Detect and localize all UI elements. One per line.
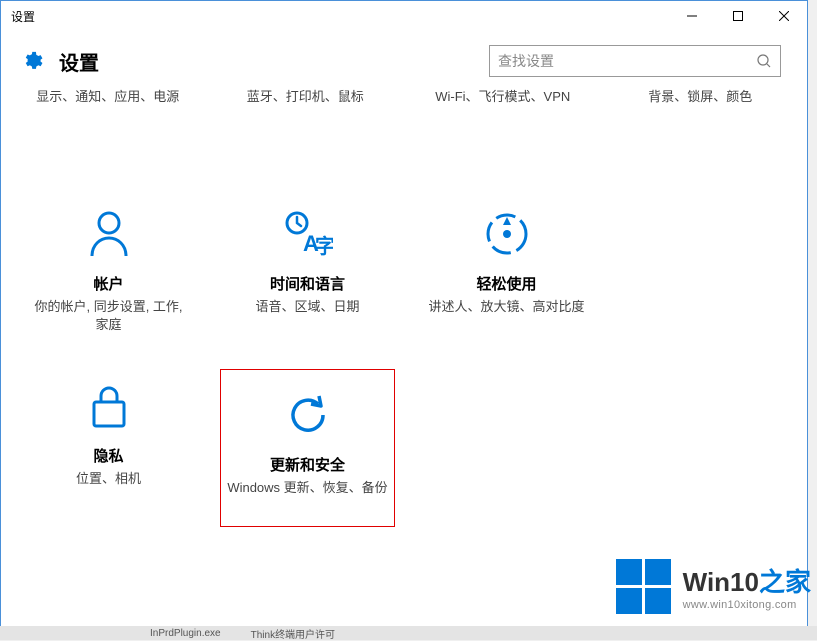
category-ease-of-access[interactable]: 轻松使用 讲述人、放大镜、高对比度 [419,197,594,346]
background-taskbar: InPrdPlugin.exe Think终端用户许可 [0,626,817,640]
bg-text-left: InPrdPlugin.exe [150,628,221,639]
category-title: 时间和语言 [226,273,389,294]
minimize-icon [687,11,697,21]
ease-icon [425,207,588,261]
category-desc: Windows 更新、恢复、备份 [227,479,388,498]
svg-text:字: 字 [315,234,333,257]
title-bar: 设置 [1,1,807,31]
watermark-text: Win10之家 www.win10xitong.com [683,562,811,611]
category-title: 隐私 [27,445,190,466]
watermark-brand: Win10之家 [683,562,811,599]
category-time-language[interactable]: A 字 时间和语言 语音、区域、日期 [220,197,395,346]
network-desc: Wi-Fi、飞行模式、VPN [416,87,590,107]
windows-logo-icon [616,559,671,614]
page-title: 设置 [59,47,489,76]
category-title: 轻松使用 [425,273,588,294]
watermark: Win10之家 www.win10xitong.com [616,559,811,614]
category-desc: 位置、相机 [27,470,190,489]
person-icon [27,207,190,261]
close-icon [779,11,789,21]
devices-desc: 蓝牙、打印机、鼠标 [219,87,393,107]
watermark-url: www.win10xitong.com [683,599,811,611]
category-desc: 讲述人、放大镜、高对比度 [425,298,588,317]
minimize-button[interactable] [669,1,715,31]
watermark-brand-accent: 之家 [759,567,811,597]
top-category-descriptions: 显示、通知、应用、电源 蓝牙、打印机、鼠标 Wi-Fi、飞行模式、VPN 背景、… [1,87,807,107]
settings-window: 设置 设置 显示、通知、应用、电源 蓝牙、打印机、鼠标 [0,0,808,635]
watermark-brand-pre: Win10 [683,567,759,597]
category-update-security[interactable]: 更新和安全 Windows 更新、恢复、备份 [220,369,395,527]
time-language-icon: A 字 [226,207,389,261]
bg-text-right: Think终端用户许可 [251,626,335,641]
header-row: 设置 [1,31,807,87]
window-title: 设置 [1,8,669,25]
category-desc: 你的帐户, 同步设置, 工作, 家庭 [27,298,190,336]
maximize-button[interactable] [715,1,761,31]
gear-icon [21,50,43,72]
close-button[interactable] [761,1,807,31]
window-controls [669,1,807,31]
search-box[interactable] [489,45,781,77]
refresh-icon [227,388,388,442]
system-desc: 显示、通知、应用、电源 [21,87,195,107]
search-input[interactable] [498,53,756,69]
category-accounts[interactable]: 帐户 你的帐户, 同步设置, 工作, 家庭 [21,197,196,346]
maximize-icon [733,11,743,21]
personalization-desc: 背景、锁屏、颜色 [614,87,788,107]
category-desc: 语音、区域、日期 [226,298,389,317]
category-title: 更新和安全 [227,454,388,475]
lock-icon [27,379,190,433]
category-privacy[interactable]: 隐私 位置、相机 [21,369,196,527]
search-icon [756,53,772,69]
category-title: 帐户 [27,273,190,294]
category-grid: 帐户 你的帐户, 同步设置, 工作, 家庭 A 字 时间和语言 语音、区域、日期 [1,177,807,548]
